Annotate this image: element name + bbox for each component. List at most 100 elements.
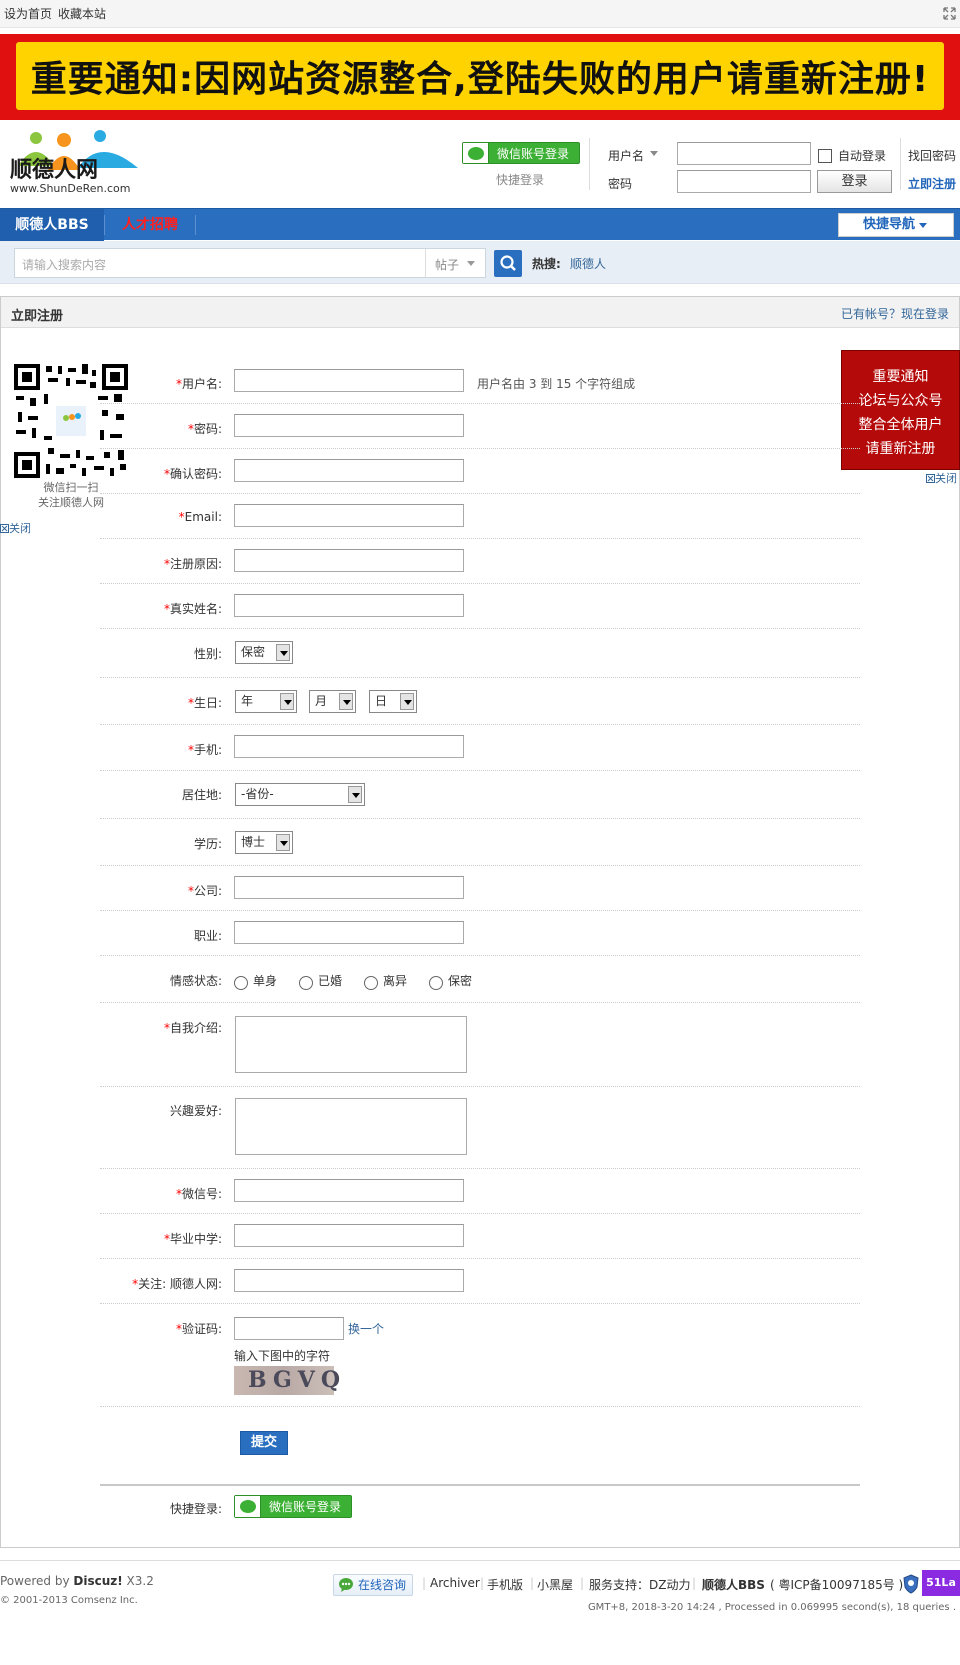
follow-field[interactable] <box>234 1269 464 1292</box>
qr-close-link[interactable]: 关闭 <box>0 520 31 536</box>
education-select[interactable]: 博士 <box>235 831 293 854</box>
password-field[interactable] <box>234 414 464 437</box>
confirm-password-field[interactable] <box>234 459 464 482</box>
shield-icon[interactable] <box>903 1574 919 1594</box>
row-divider <box>100 538 860 539</box>
row-divider <box>100 910 860 911</box>
gender-select[interactable]: 保密 <box>235 641 293 664</box>
captcha-change-link[interactable]: 换一个 <box>348 1320 384 1337</box>
row-divider <box>100 865 860 866</box>
copyright: © 2001-2013 Comsenz Inc. <box>0 1595 138 1606</box>
birth-day-select[interactable]: 日 <box>369 690 417 713</box>
qr-close-label: 关闭 <box>9 522 31 535</box>
search-icon <box>500 255 516 271</box>
birth-month-select[interactable]: 月 <box>309 690 356 713</box>
header-divider-2 <box>900 138 901 190</box>
marital-single-radio[interactable] <box>234 976 248 990</box>
province-select[interactable]: -省份- <box>235 783 365 806</box>
icp-link[interactable]: ( 粤ICP备10097185号 ) <box>770 1576 903 1593</box>
marital-divorced-label: 离异 <box>383 974 408 988</box>
realname-field[interactable] <box>234 594 464 617</box>
mobile-link[interactable]: 手机版 <box>487 1576 523 1593</box>
bookmark-link[interactable]: 收藏本站 <box>58 0 106 28</box>
blackroom-link[interactable]: 小黑屋 <box>537 1576 573 1593</box>
marital-married-radio[interactable] <box>299 976 313 990</box>
birth-year-select[interactable]: 年 <box>235 690 297 713</box>
chevron-down-icon[interactable] <box>467 261 475 266</box>
online-consult-button[interactable]: 在线咨询 <box>333 1574 413 1596</box>
search-input[interactable]: 请输入搜索内容 <box>22 256 106 273</box>
middle-school-field[interactable] <box>234 1224 464 1247</box>
marital-label: 情感状态: <box>169 974 222 988</box>
qr-code <box>14 364 128 478</box>
quick-nav-button[interactable]: 快捷导航 <box>838 213 954 237</box>
username-field[interactable] <box>234 369 464 392</box>
captcha-field[interactable] <box>234 1317 344 1340</box>
email-field-label: *Email: <box>178 510 222 524</box>
password-field-label: *密码: <box>187 422 222 436</box>
row-divider <box>100 448 860 449</box>
notice-banner[interactable]: 重要通知:因网站资源整合,登陆失败的用户请重新注册! <box>0 34 960 120</box>
panel-header: 立即注册 已有帐号？现在登录 <box>1 297 959 328</box>
reason-field[interactable] <box>234 549 464 572</box>
password-input[interactable] <box>677 170 811 193</box>
marital-single-label: 单身 <box>253 974 278 988</box>
site-name-link[interactable]: 顺德人BBS <box>702 1576 765 1593</box>
nav-item-jobs[interactable]: 人才招聘 <box>105 209 195 241</box>
reason-field-label: *注册原因: <box>163 557 222 571</box>
wechat-login-button[interactable]: 微信账号登录 <box>462 142 580 164</box>
row-divider <box>100 403 860 404</box>
row-divider <box>100 818 860 819</box>
chevron-down-icon <box>400 693 414 710</box>
online-consult-label: 在线咨询 <box>358 1578 407 1592</box>
find-password-link[interactable]: 找回密码 <box>908 147 956 164</box>
birth-day-value: 日 <box>375 694 388 708</box>
close-icon <box>926 474 935 483</box>
register-link[interactable]: 立即注册 <box>908 175 956 192</box>
notice-close-link[interactable]: 关闭 <box>926 470 957 486</box>
mobile-field[interactable] <box>234 735 464 758</box>
search-button[interactable] <box>494 250 522 277</box>
birthday-label: *生日: <box>187 696 222 710</box>
row-divider <box>100 628 860 629</box>
row-divider <box>100 1406 860 1407</box>
submit-button[interactable]: 提交 <box>240 1431 288 1455</box>
password-label: 密码 <box>608 177 633 191</box>
chat-icon <box>339 1578 353 1592</box>
email-field[interactable] <box>234 504 464 527</box>
row-divider <box>100 770 860 771</box>
chevron-down-icon[interactable] <box>650 151 658 156</box>
marital-divorced-radio[interactable] <box>364 976 378 990</box>
set-home-link[interactable]: 设为首页 <box>4 0 52 28</box>
auto-login-checkbox[interactable] <box>818 149 832 163</box>
form-wechat-login-button[interactable]: 微信账号登录 <box>234 1495 352 1518</box>
mobile-field-label: *手机: <box>187 743 222 757</box>
bio-textarea[interactable] <box>235 1016 467 1073</box>
login-button[interactable]: 登录 <box>817 170 892 193</box>
company-field[interactable] <box>234 876 464 899</box>
search-type-select[interactable]: 帖子 <box>435 256 459 273</box>
site-logo[interactable]: 顺德人网 www.ShunDeRen.com <box>8 128 138 196</box>
occupation-field[interactable] <box>234 921 464 944</box>
row-divider <box>100 955 860 956</box>
archiver-link[interactable]: Archiver <box>430 1576 480 1590</box>
row-divider <box>100 1258 860 1259</box>
username-input[interactable] <box>677 142 811 165</box>
nav-item-bbs[interactable]: 顺德人BBS <box>0 209 104 241</box>
stats-badge[interactable]: 51La <box>922 1570 960 1596</box>
footer-sep: | <box>530 1576 535 1590</box>
hot-search-link[interactable]: 顺德人 <box>570 255 606 272</box>
fullscreen-icon[interactable] <box>943 7 956 20</box>
marital-secret-radio[interactable] <box>429 976 443 990</box>
quick-login-divider <box>100 1484 860 1486</box>
wechat-field[interactable] <box>234 1179 464 1202</box>
row-divider <box>100 677 860 678</box>
footer-rule <box>0 1560 960 1561</box>
wechat-icon <box>463 143 489 163</box>
support-text[interactable]: 服务支持：DZ动力 <box>589 1576 690 1593</box>
have-account-link[interactable]: 已有帐号？现在登录 <box>841 305 949 322</box>
interests-textarea[interactable] <box>235 1098 467 1155</box>
chevron-down-icon <box>348 786 362 803</box>
captcha-image[interactable]: BGVQ <box>234 1366 340 1395</box>
discuz-link[interactable]: Discuz! <box>73 1574 122 1588</box>
